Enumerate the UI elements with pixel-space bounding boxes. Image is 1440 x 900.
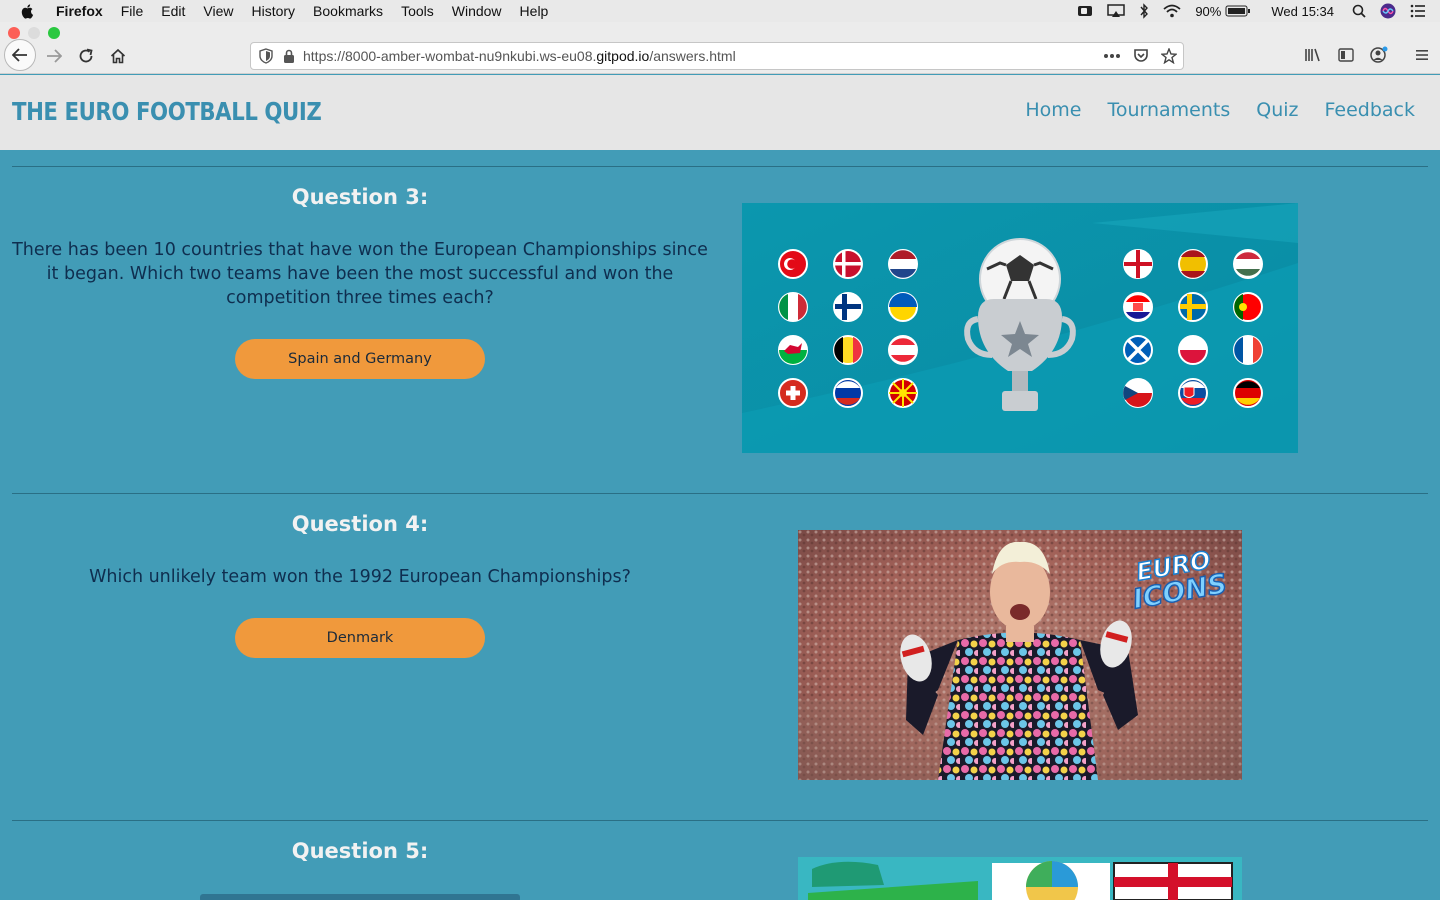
flag-austria-icon bbox=[888, 335, 918, 365]
question-4-title: Question 4: bbox=[291, 512, 429, 536]
menu-app-firefox[interactable]: Firefox bbox=[56, 3, 103, 19]
tracking-protection-icon[interactable] bbox=[259, 48, 273, 64]
flag-belgium-icon bbox=[833, 335, 863, 365]
menu-file[interactable]: File bbox=[121, 3, 144, 19]
flag-wales-icon bbox=[778, 335, 808, 365]
site-nav: Home Tournaments Quiz Feedback bbox=[1025, 99, 1415, 121]
menu-history[interactable]: History bbox=[251, 3, 295, 19]
flag-finland-icon bbox=[833, 292, 863, 322]
flag-netherlands-icon bbox=[888, 249, 918, 279]
minimize-window-button[interactable] bbox=[28, 27, 40, 39]
os-menu-bar: Firefox File Edit View History Bookmarks… bbox=[0, 0, 1440, 22]
forward-button[interactable] bbox=[40, 42, 68, 70]
url-text[interactable]: https://8000-amber-wombat-nu9nkubi.ws-eu… bbox=[303, 48, 736, 64]
zoom-window-button[interactable] bbox=[48, 27, 60, 39]
notification-center-icon[interactable] bbox=[1410, 4, 1426, 18]
facetime-icon[interactable] bbox=[1077, 5, 1093, 17]
wifi-icon[interactable] bbox=[1163, 4, 1181, 18]
question-4-answer-button[interactable]: Denmark bbox=[235, 618, 485, 658]
back-button[interactable] bbox=[4, 39, 36, 71]
question-5-text-cutoff bbox=[200, 892, 520, 900]
flag-north-macedonia-icon bbox=[888, 378, 918, 408]
menu-bookmarks[interactable]: Bookmarks bbox=[313, 3, 383, 19]
library-icon[interactable] bbox=[1304, 47, 1322, 63]
battery-icon[interactable] bbox=[1225, 5, 1251, 17]
flag-hungary-icon bbox=[1233, 249, 1263, 279]
sidebar-icon[interactable] bbox=[1338, 48, 1354, 62]
flag-slovakia-icon bbox=[1178, 378, 1208, 408]
nav-feedback[interactable]: Feedback bbox=[1325, 99, 1415, 121]
flag-scotland-icon bbox=[1123, 335, 1153, 365]
question-4-text: Which unlikely team won the 1992 Europea… bbox=[89, 567, 631, 587]
flag-england-icon bbox=[1123, 249, 1153, 279]
flag-sweden-icon bbox=[1178, 292, 1208, 322]
site-header: THE EURO FOOTBALL QUIZ Home Tournaments … bbox=[0, 75, 1440, 150]
page-actions-icon[interactable] bbox=[1103, 53, 1121, 59]
question-5-graphic bbox=[798, 857, 1242, 900]
flag-czech-republic-icon bbox=[1123, 378, 1153, 408]
question-4-image: EURO ICONS bbox=[798, 530, 1242, 780]
lock-icon[interactable] bbox=[283, 49, 295, 63]
reload-icon bbox=[79, 48, 93, 63]
nav-tournaments[interactable]: Tournaments bbox=[1107, 99, 1230, 121]
question-3-image bbox=[742, 203, 1298, 453]
euro-flags-trophy-graphic bbox=[742, 203, 1298, 453]
home-icon bbox=[110, 48, 126, 64]
question-3-answer-button[interactable]: Spain and Germany bbox=[235, 339, 485, 379]
apple-icon[interactable] bbox=[20, 3, 36, 19]
arrow-right-icon bbox=[47, 49, 62, 63]
window-controls bbox=[8, 27, 60, 39]
flag-croatia-icon bbox=[1123, 292, 1153, 322]
flag-denmark-icon bbox=[833, 249, 863, 279]
url-prefix: https://8000-amber-wombat-nu9nkubi.ws-eu… bbox=[303, 48, 597, 64]
arrow-left-icon bbox=[12, 48, 27, 62]
address-bar[interactable]: https://8000-amber-wombat-nu9nkubi.ws-eu… bbox=[250, 42, 1184, 70]
url-domain: gitpod.io bbox=[596, 48, 650, 64]
url-path: /answers.html bbox=[649, 48, 736, 64]
flag-spain-icon bbox=[1178, 249, 1208, 279]
flag-germany-icon bbox=[1233, 378, 1263, 408]
close-window-button[interactable] bbox=[8, 27, 20, 39]
section-divider bbox=[12, 820, 1428, 821]
menu-tools[interactable]: Tools bbox=[401, 3, 434, 19]
spotlight-search-icon[interactable] bbox=[1352, 4, 1366, 18]
airplay-icon[interactable] bbox=[1107, 4, 1126, 18]
clock[interactable]: Wed 15:34 bbox=[1271, 4, 1334, 19]
flag-turkey-icon bbox=[778, 249, 808, 279]
site-brand[interactable]: THE EURO FOOTBALL QUIZ bbox=[12, 97, 322, 126]
flag-russia-icon bbox=[833, 378, 863, 408]
question-5-title: Question 5: bbox=[291, 839, 429, 863]
flag-italy-icon bbox=[778, 292, 808, 322]
browser-toolbar: https://8000-amber-wombat-nu9nkubi.ws-eu… bbox=[0, 22, 1440, 74]
menu-edit[interactable]: Edit bbox=[161, 3, 185, 19]
menu-help[interactable]: Help bbox=[520, 3, 549, 19]
home-button[interactable] bbox=[104, 42, 132, 70]
flag-poland-icon bbox=[1178, 335, 1208, 365]
flag-portugal-icon bbox=[1233, 292, 1263, 322]
flag-france-icon bbox=[1233, 335, 1263, 365]
goalkeeper-celebration-photo: EURO ICONS bbox=[798, 530, 1242, 780]
account-icon[interactable] bbox=[1370, 46, 1388, 64]
flag-switzerland-icon bbox=[778, 378, 808, 408]
pocket-icon[interactable] bbox=[1133, 48, 1149, 64]
nav-home[interactable]: Home bbox=[1025, 99, 1081, 121]
menu-window[interactable]: Window bbox=[452, 3, 502, 19]
question-5-image bbox=[798, 857, 1242, 900]
menu-view[interactable]: View bbox=[203, 3, 233, 19]
battery-percent: 90% bbox=[1195, 3, 1222, 19]
question-3-text: There has been 10 countries that have wo… bbox=[12, 240, 708, 308]
hamburger-menu-icon[interactable] bbox=[1414, 48, 1430, 62]
section-divider bbox=[12, 166, 1428, 167]
siri-icon[interactable] bbox=[1380, 3, 1396, 19]
flag-ukraine-icon bbox=[888, 292, 918, 322]
nav-quiz[interactable]: Quiz bbox=[1256, 99, 1298, 121]
section-divider bbox=[12, 493, 1428, 494]
bluetooth-icon[interactable] bbox=[1139, 3, 1149, 19]
question-3-title: Question 3: bbox=[291, 185, 429, 209]
reload-button[interactable] bbox=[72, 42, 100, 70]
bookmark-star-icon[interactable] bbox=[1161, 48, 1177, 64]
